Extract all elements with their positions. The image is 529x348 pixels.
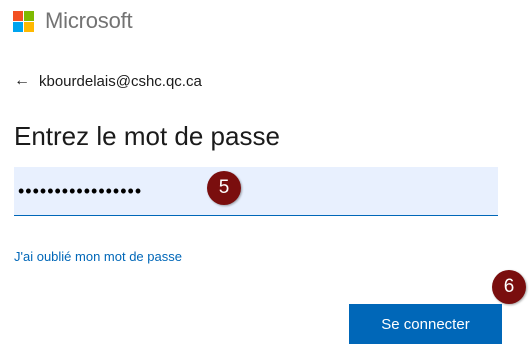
step-5-badge: 5 [207, 171, 241, 205]
sign-in-button[interactable]: Se connecter [349, 304, 502, 344]
logo-square-red [13, 10, 23, 21]
step-6-badge: 6 [492, 270, 526, 304]
page-title: Entrez le mot de passe [14, 121, 280, 151]
password-field-wrapper [14, 167, 498, 216]
back-arrow-icon[interactable]: ← [14, 72, 30, 90]
microsoft-logo: Microsoft [13, 8, 133, 34]
logo-text: Microsoft [45, 8, 133, 33]
identity-banner: ← kbourdelais@cshc.qc.ca [14, 72, 202, 90]
logo-square-yellow [24, 21, 34, 32]
password-input[interactable] [14, 167, 498, 215]
account-email: kbourdelais@cshc.qc.ca [39, 72, 202, 90]
logo-square-blue [13, 21, 23, 32]
microsoft-logo-icon [13, 10, 34, 32]
forgot-password-link[interactable]: J'ai oublié mon mot de passe [14, 249, 182, 264]
logo-square-green [24, 10, 34, 21]
